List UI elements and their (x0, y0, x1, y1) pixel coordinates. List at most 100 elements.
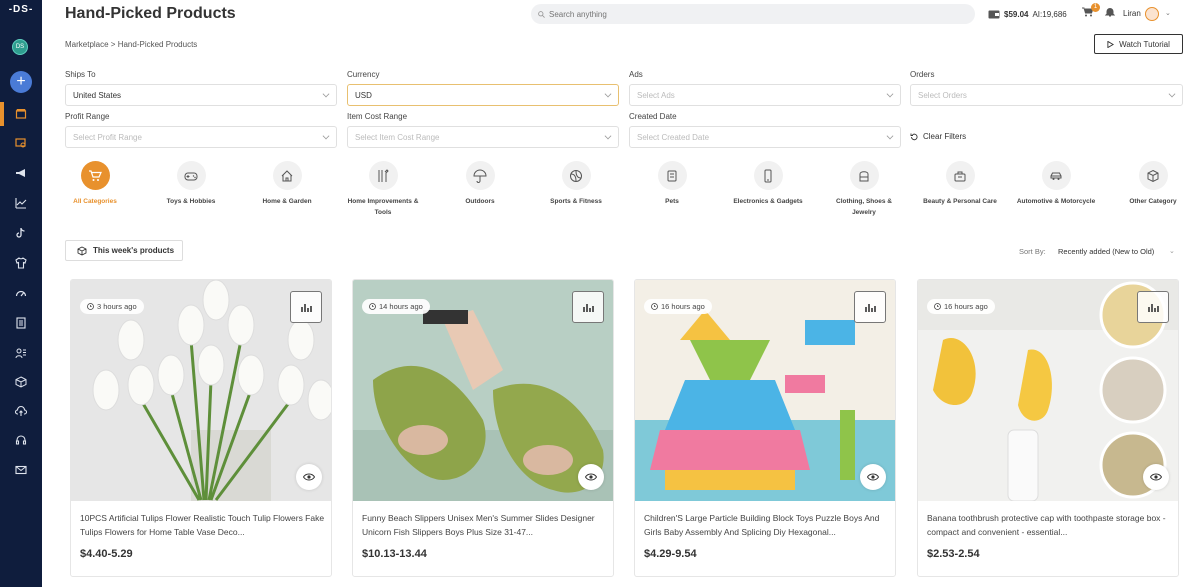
time-badge: 14 hours ago (362, 299, 430, 314)
product-title[interactable]: Children'S Large Particle Building Block… (644, 511, 889, 539)
cloud-upload-icon[interactable] (0, 399, 42, 423)
chevron-down-icon (886, 90, 894, 98)
profit-range-label: Profit Range (65, 112, 110, 121)
hat-icon (849, 161, 879, 190)
preview-button[interactable] (296, 464, 322, 490)
clear-filters-button[interactable]: Clear Filters (910, 132, 966, 141)
sort-by-label: Sort By: (1019, 247, 1046, 256)
currency-select[interactable]: USD (347, 84, 619, 106)
chevron-down-icon[interactable]: ⌄ (1165, 9, 1171, 17)
bell-icon[interactable] (1105, 7, 1115, 17)
preview-button[interactable] (578, 464, 604, 490)
ships-to-select[interactable]: United States (65, 84, 337, 106)
megaphone-icon[interactable] (0, 161, 42, 185)
stats-button[interactable] (854, 291, 886, 323)
eye-icon (585, 473, 597, 481)
time-text: 16 hours ago (661, 302, 705, 311)
currency-label: Currency (347, 70, 380, 79)
tiktok-icon[interactable] (0, 221, 42, 245)
mail-icon[interactable] (0, 458, 42, 482)
category-sports-fitness[interactable]: Sports & Fitness (536, 161, 616, 208)
app-logo[interactable]: -DS- (0, 4, 42, 15)
category-home-garden[interactable]: Home & Garden (247, 161, 327, 208)
orders-select[interactable]: Select Orders (910, 84, 1183, 106)
box-icon (77, 245, 87, 256)
shirt-icon[interactable] (0, 251, 42, 275)
created-date-label: Created Date (629, 112, 677, 121)
item-cost-range-select[interactable]: Select Item Cost Range (347, 126, 619, 148)
time-badge: 3 hours ago (80, 299, 144, 314)
product-title[interactable]: Funny Beach Slippers Unisex Men's Summer… (362, 511, 607, 539)
stats-button[interactable] (572, 291, 604, 323)
time-text: 3 hours ago (97, 302, 137, 311)
balance-amount: $59.04 (1004, 9, 1029, 19)
product-card[interactable]: 3 hours ago 10PCS Artificial Tulips Flow… (70, 279, 332, 577)
search-input[interactable] (549, 9, 949, 19)
category-home-improvements-tools[interactable]: Home Improvements & Tools (343, 161, 423, 218)
ads-select[interactable]: Select Ads (629, 84, 901, 106)
currency-value: USD (355, 90, 372, 100)
ships-to-value: United States (73, 90, 122, 100)
store-icon[interactable] (0, 102, 42, 126)
watch-tutorial-label: Watch Tutorial (1119, 39, 1170, 49)
headset-icon[interactable] (0, 428, 42, 452)
tools-icon (368, 161, 398, 190)
category-pets[interactable]: Pets (632, 161, 712, 208)
category-all-categories[interactable]: All Categories (55, 161, 135, 208)
created-date-placeholder: Select Created Date (637, 132, 710, 142)
eye-icon (303, 473, 315, 481)
box-icon[interactable] (0, 370, 42, 394)
category-automotive-motorcycle[interactable]: Automotive & Motorcycle (1016, 161, 1096, 208)
stats-button[interactable] (1137, 291, 1169, 323)
sort-select[interactable]: Recently added (New to Old) (1058, 247, 1154, 256)
stats-button[interactable] (290, 291, 322, 323)
category-beauty-personal-care[interactable]: Beauty & Personal Care (920, 161, 1000, 208)
category-electronics-gadgets[interactable]: Electronics & Gadgets (728, 161, 808, 208)
user-name[interactable]: Liran (1123, 9, 1141, 18)
preview-button[interactable] (1143, 464, 1169, 490)
ai-credits: AI:19,686 (1032, 9, 1067, 19)
clock-icon (934, 303, 941, 310)
chevron-down-icon (886, 132, 894, 140)
workspace-avatar[interactable]: DS (12, 39, 28, 55)
product-card[interactable]: 16 hours ago Banana toothbrush protectiv… (917, 279, 1179, 577)
category-outdoors[interactable]: Outdoors (440, 161, 520, 208)
gauge-icon[interactable] (0, 281, 42, 305)
category-clothing-shoes-jewelry[interactable]: Clothing, Shoes & Jewelry (824, 161, 904, 218)
this-week-products-button[interactable]: This week's products (65, 240, 183, 261)
document-icon[interactable] (0, 311, 42, 335)
user-list-icon[interactable] (0, 341, 42, 365)
product-card[interactable]: 14 hours ago Funny Beach Slippers Unisex… (352, 279, 614, 577)
sidebar: -DS- DS + (0, 0, 42, 587)
time-badge: 16 hours ago (927, 299, 995, 314)
reset-icon (910, 133, 918, 140)
wallet-info: $59.04 AI:19,686 (988, 5, 1067, 23)
bar-chart-icon (301, 304, 312, 312)
item-cost-range-label: Item Cost Range (347, 112, 408, 121)
preview-button[interactable] (860, 464, 886, 490)
category-toys-hobbies[interactable]: Toys & Hobbies (151, 161, 231, 208)
user-avatar[interactable] (1145, 7, 1159, 21)
profit-range-select[interactable]: Select Profit Range (65, 126, 337, 148)
cart-icon (80, 161, 110, 190)
product-title[interactable]: Banana toothbrush protective cap with to… (927, 511, 1172, 539)
search-bar[interactable] (531, 4, 975, 24)
product-title[interactable]: 10PCS Artificial Tulips Flower Realistic… (80, 511, 325, 539)
category-label: Automotive & Motorcycle (1016, 198, 1096, 205)
chevron-down-icon (322, 90, 330, 98)
category-other[interactable]: Other Category (1113, 161, 1193, 208)
watch-tutorial-button[interactable]: Watch Tutorial (1094, 34, 1183, 54)
product-price: $2.53-2.54 (927, 548, 980, 560)
chevron-down-icon[interactable]: ⌄ (1169, 247, 1175, 255)
pet-food-icon (657, 161, 687, 190)
search-icon (538, 10, 545, 18)
clock-icon (369, 303, 376, 310)
add-button[interactable]: + (10, 71, 32, 93)
created-date-select[interactable]: Select Created Date (629, 126, 901, 148)
chart-line-icon[interactable] (0, 191, 42, 215)
wallet-icon (988, 10, 1000, 19)
gamepad-icon (176, 161, 206, 190)
product-search-icon[interactable] (0, 131, 42, 155)
breadcrumb: Marketplace > Hand-Picked Products (65, 40, 198, 49)
product-card[interactable]: 16 hours ago Children'S Large Particle B… (634, 279, 896, 577)
